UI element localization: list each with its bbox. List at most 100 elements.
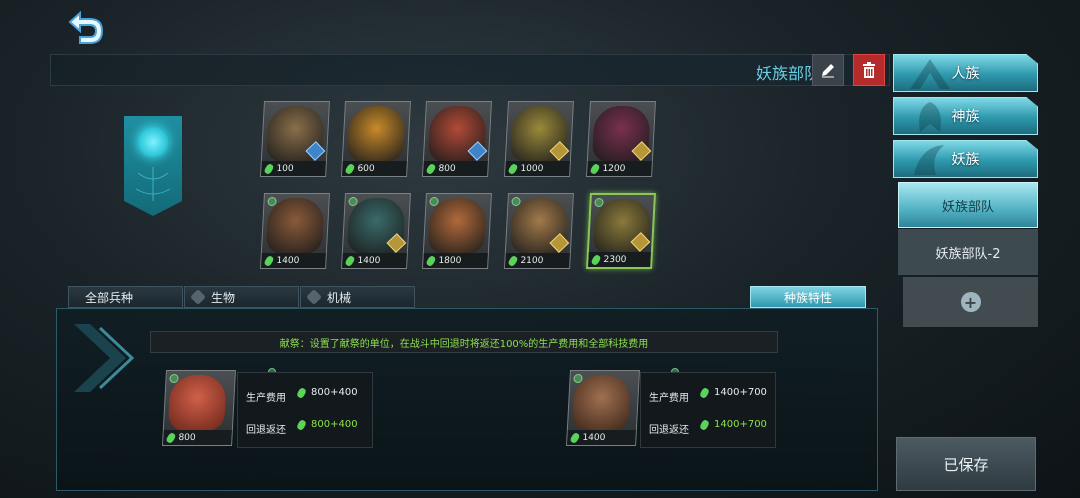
back-button[interactable] — [58, 10, 108, 50]
card-cost: 800 — [438, 163, 456, 174]
card-cost: 1400 — [357, 255, 381, 266]
race-tab-demon[interactable]: 妖族 — [893, 140, 1038, 178]
card-cost: 1400 — [582, 432, 606, 443]
card-cost: 1400 — [276, 255, 300, 266]
card-cost: 1200 — [602, 163, 626, 174]
resource-gem-icon — [295, 418, 308, 431]
production-cost-value: 800+400 — [295, 386, 358, 399]
unit-card[interactable]: 800 — [422, 101, 492, 177]
filter-tab-mech[interactable]: 机械 — [300, 286, 415, 308]
resource-gem-icon — [589, 162, 601, 175]
unit-card[interactable]: 1000 — [504, 101, 574, 177]
race-tab-protoss[interactable]: 神族 — [893, 97, 1038, 135]
filter-label: 生物 — [211, 290, 236, 305]
saved-button[interactable]: 已保存 — [896, 437, 1036, 491]
unit-card[interactable]: 1400 — [341, 193, 411, 269]
resource-gem-icon — [698, 418, 711, 431]
unit-portrait — [167, 375, 227, 431]
resource-gem-icon — [507, 162, 519, 175]
refund-text: 1400+700 — [714, 419, 767, 430]
cost-bar: 1800 — [423, 253, 488, 268]
sacrifice-info: 生产费用 800+400 回退返还 800+400 — [237, 372, 373, 448]
cost-bar: 1400 — [342, 253, 407, 268]
resource-gem-icon — [263, 162, 275, 175]
deck-item-label: 妖族部队 — [941, 199, 994, 215]
plus-icon: + — [960, 292, 981, 312]
production-cost-value: 1400+700 — [698, 386, 767, 399]
unit-card[interactable]: 1800 — [422, 193, 492, 269]
unit-card[interactable]: 1400 — [260, 193, 330, 269]
race-trait-button[interactable]: 种族特性 — [750, 286, 866, 308]
resource-gem-icon — [698, 386, 711, 399]
delete-button[interactable] — [853, 54, 885, 86]
refund-text: 800+400 — [311, 419, 358, 430]
unit-card[interactable]: 2100 — [504, 193, 574, 269]
card-cost: 100 — [276, 163, 294, 174]
unit-card[interactable]: 600 — [341, 101, 411, 177]
pencil-icon — [822, 64, 834, 78]
resource-gem-icon — [590, 253, 602, 266]
cost-bar: 1400 — [261, 253, 326, 268]
sacrifice-card[interactable]: 800 — [162, 370, 236, 446]
resource-gem-icon — [165, 431, 177, 444]
filter-tab-all[interactable]: 全部兵种 — [68, 286, 183, 308]
race-tab-label: 人族 — [951, 66, 980, 82]
card-cost: 2300 — [603, 254, 627, 265]
back-arrow-icon — [68, 10, 104, 44]
deck-item-active[interactable]: 妖族部队 — [898, 182, 1038, 228]
refund-value: 1400+700 — [698, 418, 767, 431]
production-cost-text: 800+400 — [311, 387, 358, 398]
sacrifice-description: 献祭：设置了献祭的单位，在战斗中回退时将返还100%的生产费用和全部科技费用 — [150, 331, 778, 353]
unit-portrait — [427, 198, 487, 254]
deck-item-label: 妖族部队-2 — [935, 246, 1001, 262]
unit-card[interactable]: 1200 — [586, 101, 656, 177]
cost-bar: 1000 — [505, 161, 570, 176]
saved-label: 已保存 — [943, 455, 989, 474]
trash-icon — [863, 62, 875, 78]
filter-label: 全部兵种 — [85, 290, 134, 305]
cost-bar: 600 — [342, 161, 407, 176]
refund-label: 回退返还 — [649, 425, 689, 436]
race-tab-label: 妖族 — [951, 152, 980, 168]
gear-icon — [306, 289, 322, 305]
card-cost: 600 — [357, 163, 375, 174]
refund-value: 800+400 — [295, 418, 358, 431]
refund-label: 回退返还 — [246, 425, 286, 436]
cost-bar: 1200 — [587, 161, 652, 176]
filter-label: 机械 — [327, 290, 352, 305]
deck-title: 妖族部队 — [755, 64, 820, 83]
panel-chevron-icon — [74, 324, 135, 392]
resource-gem-icon — [344, 162, 356, 175]
production-cost-label: 生产费用 — [649, 393, 689, 404]
sacrifice-card[interactable]: 1400 — [566, 370, 640, 446]
card-cost: 800 — [178, 432, 196, 443]
bio-icon — [190, 289, 206, 305]
unit-card[interactable]: 100 — [260, 101, 330, 177]
trait-label: 种族特性 — [783, 290, 832, 305]
cost-bar: 800 — [163, 430, 232, 445]
resource-gem-icon — [425, 254, 437, 267]
unit-portrait — [265, 198, 325, 254]
cost-bar: 100 — [261, 161, 326, 176]
resource-gem-icon — [263, 254, 275, 267]
deck-item[interactable]: 妖族部队-2 — [898, 229, 1038, 275]
cost-bar: 2100 — [505, 253, 570, 268]
resource-gem-icon — [425, 162, 437, 175]
edit-button[interactable] — [812, 54, 844, 86]
card-cost: 1800 — [438, 255, 462, 266]
race-tab-label: 神族 — [951, 109, 980, 125]
race-tab-human[interactable]: 人族 — [893, 54, 1038, 92]
unit-portrait — [571, 375, 631, 431]
resource-gem-icon — [295, 386, 308, 399]
demon-faction-icon — [137, 126, 169, 158]
sacrifice-info: 生产费用 1400+700 回退返还 1400+700 — [640, 372, 776, 448]
resource-gem-icon — [344, 254, 356, 267]
add-deck-button[interactable]: + — [903, 277, 1038, 327]
cost-bar: 1400 — [567, 430, 636, 445]
resource-gem-icon — [507, 254, 519, 267]
production-cost-text: 1400+700 — [714, 387, 767, 398]
filter-tab-bio[interactable]: 生物 — [184, 286, 299, 308]
unit-card[interactable]: 2300 — [586, 193, 656, 269]
cost-bar: 800 — [423, 161, 488, 176]
banner-ornament-icon — [135, 167, 171, 201]
